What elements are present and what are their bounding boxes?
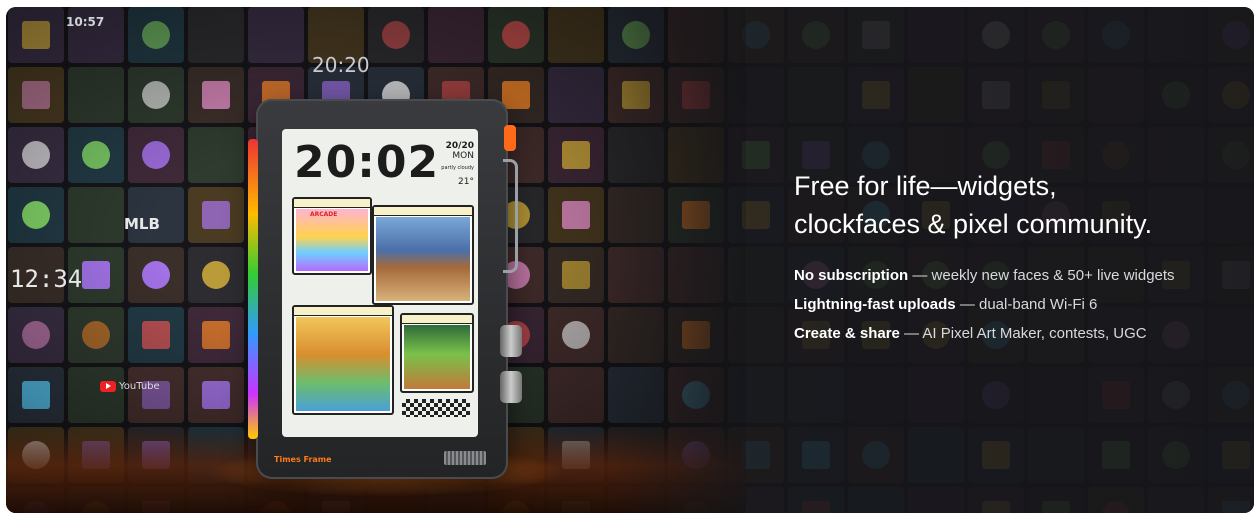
device-brand: Times Frame — [274, 455, 332, 464]
control-knob — [500, 325, 522, 357]
wall-tile-time: 10:57 — [66, 15, 105, 29]
wall-tile-time: 12:34 — [10, 265, 83, 293]
temperature: 21° — [458, 177, 474, 187]
feature-separator: — — [899, 325, 923, 342]
feature-title: Lightning-fast uploads — [794, 296, 956, 313]
feature-detail: weekly new faces & 50+ live widgets — [931, 267, 1175, 284]
checker-pattern — [402, 399, 470, 417]
portrait-widget — [400, 313, 474, 393]
room-widget — [292, 305, 394, 415]
feature-title: No subscription — [794, 267, 909, 284]
feature-list: No subscription — weekly new faces & 50+… — [794, 261, 1244, 348]
headline: Free for life—widgets, clockfaces & pixe… — [794, 167, 1244, 243]
feature-item: Create & share — AI Pixel Art Maker, con… — [794, 319, 1244, 348]
date-value: 20/20 — [445, 141, 474, 151]
rgb-light-strip — [248, 139, 258, 439]
speaker-grille — [444, 451, 486, 465]
hero-banner: 10:57 20:20 12:34 MLB YouTube 20:02 20/2… — [6, 7, 1254, 513]
widget-label: ARCADE — [310, 211, 338, 218]
carry-handle — [503, 159, 518, 273]
date-block: 20/20 MON partly cloudy 21° — [440, 141, 474, 187]
play-icon — [100, 381, 116, 392]
youtube-logo: YouTube — [100, 381, 160, 392]
arcade-widget: ARCADE — [292, 197, 372, 275]
clock-time: 20:02 — [294, 137, 440, 188]
feature-item: No subscription — weekly new faces & 50+… — [794, 261, 1244, 290]
feature-separator: — — [955, 296, 979, 313]
art-widget — [372, 205, 474, 305]
feature-item: Lightning-fast uploads — dual-band Wi-Fi… — [794, 290, 1244, 319]
feature-separator: — — [908, 267, 932, 284]
wall-tile-time: 20:20 — [312, 53, 370, 77]
weather-text: partly cloudy — [441, 165, 474, 171]
power-button — [504, 125, 516, 151]
feature-title: Create & share — [794, 325, 900, 342]
control-knob — [500, 371, 522, 403]
pixel-display-device: 20:02 20/20 MON partly cloudy 21° ARCADE — [248, 99, 522, 479]
headline-line: Free for life—widgets, — [794, 171, 1057, 201]
feature-detail: AI Pixel Art Maker, contests, UGC — [922, 325, 1147, 342]
weekday: MON — [452, 151, 474, 161]
device-screen: 20:02 20/20 MON partly cloudy 21° ARCADE — [282, 129, 478, 437]
wall-tile-logo: MLB — [124, 215, 160, 233]
headline-line: clockfaces & pixel community. — [794, 209, 1153, 239]
feature-detail: dual-band Wi-Fi 6 — [979, 296, 1098, 313]
marketing-copy: Free for life—widgets, clockfaces & pixe… — [794, 167, 1244, 364]
